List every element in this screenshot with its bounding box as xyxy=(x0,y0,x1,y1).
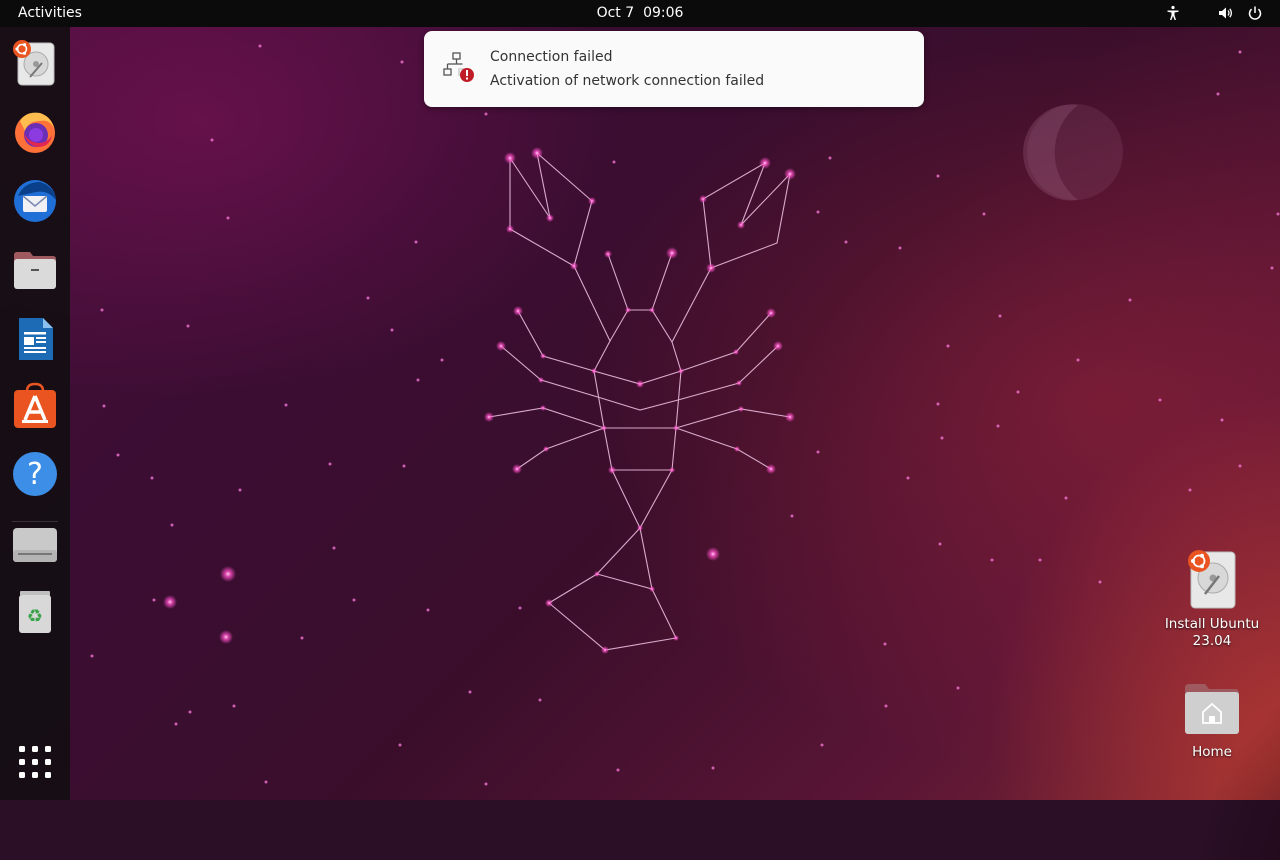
desktop-icon-home[interactable]: Home xyxy=(1162,682,1262,761)
clock-button[interactable]: Oct 7 09:06 xyxy=(597,5,684,21)
app-store-icon xyxy=(14,382,56,428)
help-icon: ? xyxy=(13,452,57,496)
writer-icon xyxy=(19,318,53,360)
desktop-wallpaper xyxy=(0,0,1280,860)
clock: Oct 7 09:06 xyxy=(0,5,1280,21)
dock: ? ♻ xyxy=(0,27,70,800)
dock-libreoffice-writer[interactable] xyxy=(10,314,60,364)
activities-button[interactable]: Activities xyxy=(18,5,82,21)
lobster-constellation xyxy=(90,44,1280,786)
network-error-icon xyxy=(443,52,474,82)
notification-banner[interactable]: Connection failed Activation of network … xyxy=(424,31,924,107)
power-icon[interactable] xyxy=(1247,5,1263,21)
app-grid-icon xyxy=(19,746,51,778)
trash-icon: ♻ xyxy=(19,591,51,633)
files-icon xyxy=(14,252,56,289)
drive-icon xyxy=(13,528,57,562)
accessibility-icon[interactable] xyxy=(1165,5,1181,21)
dock-thunderbird[interactable] xyxy=(10,176,60,226)
top-bar: Activities Oct 7 09:06 xyxy=(0,0,1280,27)
desktop-icon-label: Home xyxy=(1192,744,1232,760)
show-apps-button[interactable] xyxy=(10,737,60,787)
dock-firefox[interactable] xyxy=(10,107,60,157)
desktop-icon-install-ubuntu[interactable]: Install Ubuntu 23.04 xyxy=(1162,548,1262,650)
installer-icon xyxy=(1188,550,1236,609)
dock-files[interactable] xyxy=(10,245,60,295)
dock-drive[interactable] xyxy=(10,519,60,569)
volume-icon[interactable] xyxy=(1218,5,1234,21)
svg-text:?: ? xyxy=(27,457,43,492)
desktop-icon-label: Install Ubuntu 23.04 xyxy=(1164,616,1260,649)
installer-icon xyxy=(13,40,55,86)
dock-install-ubuntu[interactable] xyxy=(10,38,60,88)
notification-body: Activation of network connection failed xyxy=(490,73,765,89)
clock-time: 09:06 xyxy=(643,5,684,21)
notification-title: Connection failed xyxy=(490,49,613,65)
dock-app-center[interactable] xyxy=(10,381,60,431)
clock-date: Oct 7 xyxy=(596,5,635,21)
thunderbird-icon xyxy=(14,180,56,222)
firefox-icon xyxy=(15,112,55,153)
svg-text:♻: ♻ xyxy=(27,606,43,627)
home-folder-icon xyxy=(1185,684,1239,734)
dock-trash[interactable]: ♻ xyxy=(10,587,60,637)
dock-help[interactable]: ? xyxy=(10,449,60,499)
